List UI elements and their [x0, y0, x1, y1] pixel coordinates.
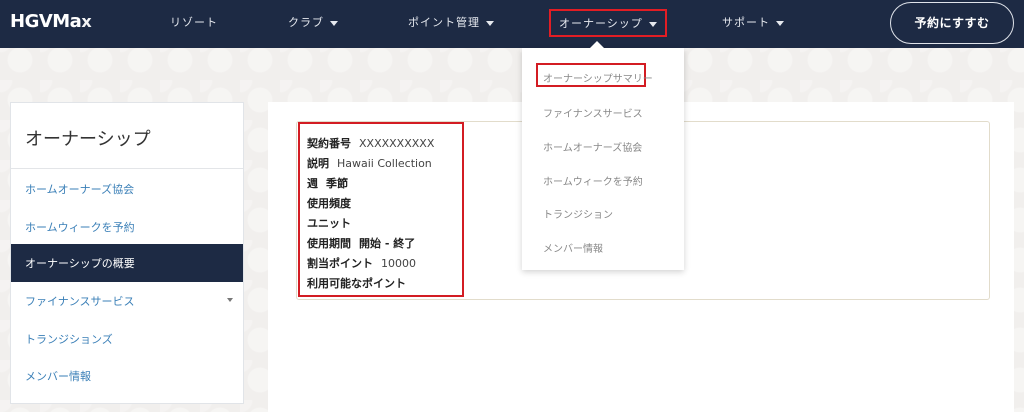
sidebar-item-hoa[interactable]: ホームオーナーズ協会 — [25, 181, 134, 197]
sidebar-item-label: ホームウィークを予約 — [25, 221, 135, 234]
dropdown-item-hoa[interactable]: ホームオーナーズ協会 — [543, 139, 642, 154]
info-row-description: 説明 Hawaii Collection — [307, 155, 432, 171]
chevron-down-icon — [648, 21, 657, 27]
sidebar-item-reserve-homeweek[interactable]: ホームウィークを予約 — [25, 219, 135, 235]
logo[interactable]: HGVMax — [10, 11, 92, 32]
dropdown-item-member-info[interactable]: メンバー情報 — [543, 240, 603, 255]
info-label: 週 — [307, 177, 318, 190]
nav-points[interactable]: ポイント管理 — [408, 14, 494, 30]
sidebar: オーナーシップ ホームオーナーズ協会 ホームウィークを予約 オーナーシップの概要… — [10, 102, 244, 404]
chevron-down-icon — [486, 20, 494, 26]
sidebar-item-label: トランジションズ — [25, 333, 113, 346]
info-label: ユニット — [307, 217, 351, 230]
nav-ownership-label: オーナーシップ — [559, 17, 643, 30]
sidebar-item-finance[interactable]: ファイナンスサービス — [25, 293, 135, 309]
info-label: 契約番号 — [307, 137, 351, 150]
nav-club[interactable]: クラブ — [288, 14, 338, 30]
dropdown-item-finance[interactable]: ファイナンスサービス — [543, 105, 643, 120]
dropdown-item-label: トランジション — [543, 210, 613, 221]
dropdown-item-reserve-homeweek[interactable]: ホームウィークを予約 — [543, 173, 643, 188]
dropdown-item-transition[interactable]: トランジション — [543, 206, 613, 221]
nav-support-label: サポート — [722, 16, 770, 29]
sidebar-item-label: メンバー情報 — [25, 370, 91, 383]
sidebar-title: オーナーシップ — [25, 129, 151, 150]
dropdown-item-label: メンバー情報 — [543, 244, 603, 255]
logo-text: HGVMa — [10, 11, 82, 32]
sidebar-item-label: オーナーシップの概要 — [25, 257, 135, 270]
info-row-allocated-points: 割当ポイント 10000 — [307, 255, 416, 271]
info-value: 10000 — [381, 257, 416, 270]
info-value: 開始 - 終了 — [359, 237, 416, 250]
reserve-button[interactable]: 予約にすすむ — [890, 2, 1014, 44]
chevron-down-icon[interactable] — [227, 298, 233, 302]
info-label: 使用頻度 — [307, 197, 351, 210]
top-navbar: HGVMax リゾート クラブ ポイント管理 オーナーシップ サポート 予約にす… — [0, 0, 1024, 48]
dropdown-item-label: ファイナンスサービス — [543, 109, 643, 120]
info-row-frequency: 使用頻度 — [307, 195, 359, 211]
info-label: 説明 — [307, 157, 329, 170]
nav-points-label: ポイント管理 — [408, 16, 480, 29]
info-label: 使用期間 — [307, 237, 351, 250]
sidebar-item-label: ホームオーナーズ協会 — [25, 183, 135, 196]
sidebar-item-transitions[interactable]: トランジションズ — [25, 331, 113, 347]
sidebar-divider — [11, 168, 243, 169]
dropdown-item-label: ホームオーナーズ協会 — [543, 143, 643, 154]
dropdown-notch — [590, 41, 604, 48]
info-value: XXXXXXXXXX — [359, 137, 435, 150]
info-label: 割当ポイント — [307, 257, 373, 270]
info-value: Hawaii Collection — [337, 157, 432, 170]
nav-resorts[interactable]: リゾート — [170, 14, 218, 30]
info-row-usage-period: 使用期間 開始 - 終了 — [307, 235, 415, 251]
nav-club-label: クラブ — [288, 16, 324, 29]
info-row-available-points: 利用可能なポイント — [307, 275, 414, 291]
nav-support[interactable]: サポート — [722, 14, 784, 30]
info-row-week: 週季節 — [307, 175, 348, 191]
info-label: 利用可能なポイント — [307, 277, 406, 290]
sidebar-item-ownership-overview[interactable]: オーナーシップの概要 — [11, 244, 243, 282]
reserve-button-label: 予約にすすむ — [914, 16, 990, 30]
info-row-unit: ユニット — [307, 215, 359, 231]
dropdown-item-label: オーナーシップサマリー — [543, 74, 653, 85]
chevron-down-icon — [776, 20, 784, 26]
nav-ownership[interactable]: オーナーシップ — [549, 9, 667, 37]
chevron-down-icon — [330, 20, 338, 26]
info-value: 季節 — [326, 177, 348, 190]
sidebar-item-member-info[interactable]: メンバー情報 — [25, 368, 91, 384]
info-row-contract: 契約番号 XXXXXXXXXX — [307, 135, 434, 151]
logo-x: x — [81, 12, 92, 31]
nav-resorts-label: リゾート — [170, 16, 218, 29]
dropdown-item-label: ホームウィークを予約 — [543, 177, 643, 188]
dropdown-item-ownership-summary[interactable]: オーナーシップサマリー — [543, 70, 653, 85]
sidebar-item-label: ファイナンスサービス — [25, 295, 135, 308]
